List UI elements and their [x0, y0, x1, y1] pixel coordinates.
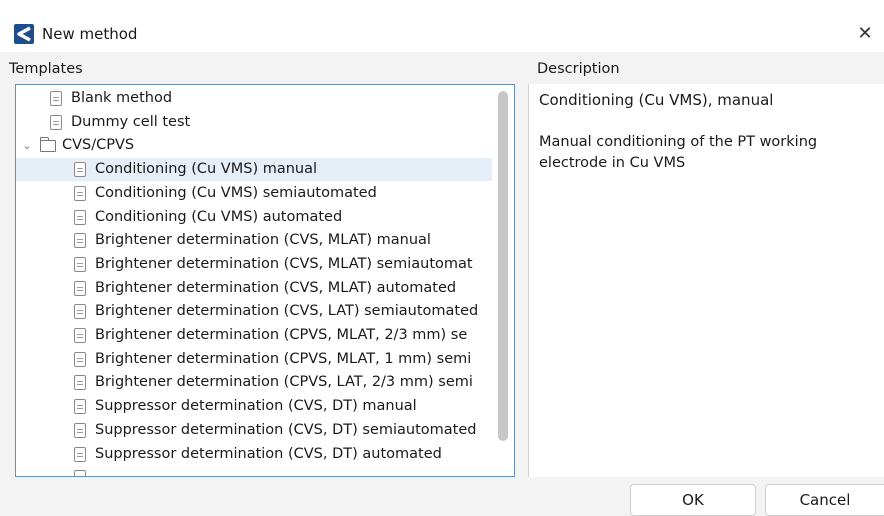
- tree-item[interactable]: Brightener determination (CPVS, MLAT, 1 …: [74, 348, 471, 371]
- document-icon: [50, 114, 62, 130]
- tree-item[interactable]: Brightener determination (CVS, MLAT) man…: [74, 229, 431, 252]
- tree-item[interactable]: Brightener determination (CVS, LAT) semi…: [74, 300, 478, 323]
- tree-item-label: Brightener determination (CPVS, LAT, 2/3…: [95, 374, 473, 391]
- document-icon: [74, 256, 86, 272]
- tree-item[interactable]: Brightener determination (CPVS, LAT, 2/3…: [74, 371, 473, 394]
- tree-item[interactable]: Dummy cell test: [50, 111, 190, 134]
- tree-item-label: Brightener determination (CVS, MLAT) man…: [95, 232, 431, 249]
- tree-item[interactable]: Brightener determination (CVS, MLAT) aut…: [74, 277, 456, 300]
- tree-item[interactable]: Brightener determination (CVS, MLAT) sem…: [74, 253, 473, 276]
- tree-item-label: Brightener determination (CVS, MLAT) sem…: [95, 255, 473, 272]
- tree-item[interactable]: Brightener determination (CPVS, MLAT, 2/…: [74, 324, 467, 347]
- description-title: Conditioning (Cu VMS), manual: [539, 91, 774, 109]
- tree-item[interactable]: Conditioning (Cu VMS) automated: [74, 206, 342, 229]
- tree-item[interactable]: ⌄ CVS/CPVS: [22, 134, 134, 157]
- document-icon: [74, 446, 86, 462]
- tree-item-label: Suppressor determination (CVS, DT) autom…: [95, 445, 442, 462]
- app-logo-icon: [14, 24, 34, 44]
- tree-item-label: Blank method: [71, 90, 173, 106]
- description-panel: Conditioning (Cu VMS), manual Manual con…: [528, 84, 884, 477]
- tree-item-label: CVS/CPVS: [62, 137, 135, 154]
- document-icon: [74, 280, 86, 296]
- document-icon: [74, 470, 86, 476]
- document-icon: [74, 304, 86, 320]
- tree-item-label: Brightener determination (CPVS, MLAT, 1 …: [95, 350, 472, 367]
- tree-item-label: Conditioning (Cu VMS) automated: [95, 208, 343, 225]
- document-icon: [74, 422, 86, 438]
- tree-item-label: Conditioning (Cu VMS) semiautomated: [95, 184, 377, 201]
- tree-item-label: Conditioning (Cu VMS) manual: [95, 161, 318, 178]
- description-label: Description: [537, 61, 620, 77]
- tree-item[interactable]: Suppressor determination (CVS, DT) semia…: [74, 419, 476, 442]
- tree-item[interactable]: Blank method: [50, 87, 172, 110]
- templates-tree[interactable]: Blank method Dummy cell test ⌄ CVS/CPVS Cond…: [15, 84, 515, 477]
- tree-item[interactable]: Suppressor determination (CVS, DT) manua…: [74, 395, 417, 418]
- tree-item[interactable]: Conditioning (Cu VMS) manual: [16, 158, 492, 182]
- document-icon: [74, 233, 86, 249]
- tree-item-label: Brightener determination (CVS, MLAT) aut…: [95, 279, 457, 296]
- document-icon: [74, 162, 86, 178]
- templates-label: Templates: [9, 61, 83, 77]
- document-icon: [74, 399, 86, 415]
- ok-button[interactable]: OK: [630, 484, 756, 516]
- tree-item-label: Dummy cell test: [71, 113, 191, 130]
- document-icon: [74, 328, 86, 343]
- cancel-button[interactable]: Cancel: [765, 484, 884, 516]
- document-icon: [74, 185, 86, 201]
- window-title: New method: [42, 25, 138, 43]
- tree-item[interactable]: [74, 466, 95, 476]
- folder-open-icon: [40, 136, 56, 152]
- description-text: Manual conditioning of the PT working el…: [539, 134, 818, 171]
- document-icon: [74, 209, 86, 225]
- tree-item-label: Brightener determination (CPVS, MLAT, 2/…: [95, 327, 468, 343]
- chevron-down-icon[interactable]: ⌄: [22, 140, 32, 151]
- tree-item-label: Suppressor determination (CVS, DT) manua…: [95, 398, 417, 415]
- document-icon: [50, 91, 62, 106]
- tree-item-label: Suppressor determination (CVS, DT) semia…: [95, 421, 477, 438]
- tree-item[interactable]: Suppressor determination (CVS, DT) autom…: [74, 443, 442, 466]
- document-icon: [74, 351, 86, 367]
- title-bar: New method ✕: [0, 0, 884, 52]
- tree-item-label: Brightener determination (CVS, LAT) semi…: [95, 303, 479, 320]
- document-icon: [74, 375, 86, 391]
- tree-scrollbar[interactable]: [498, 91, 508, 441]
- close-icon[interactable]: ✕: [852, 22, 878, 46]
- tree-item[interactable]: Conditioning (Cu VMS) semiautomated: [74, 182, 377, 205]
